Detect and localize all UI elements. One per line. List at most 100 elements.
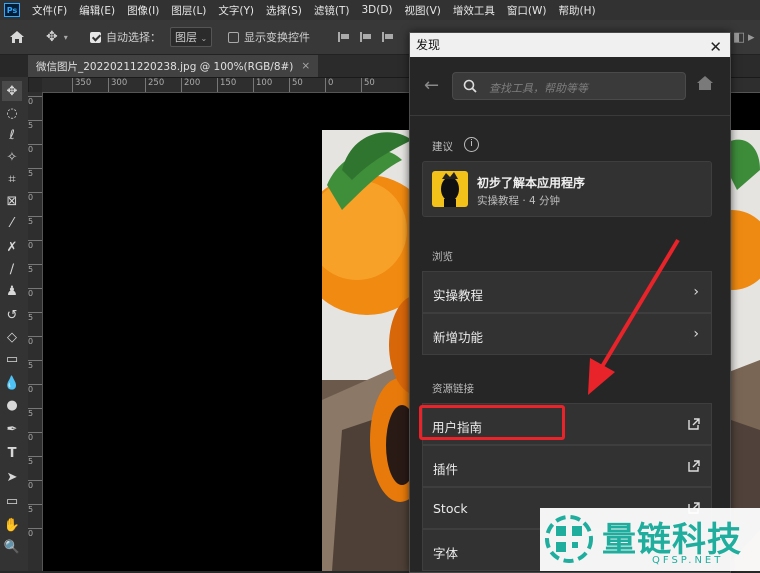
ruler-tick: 5 xyxy=(28,216,42,226)
search-placeholder: 查找工具，帮助等等 xyxy=(489,82,588,95)
ruler-tick: 5 xyxy=(28,168,42,178)
ruler-tick: 250 xyxy=(145,78,164,92)
marquee-tool-icon[interactable]: ◌ xyxy=(2,103,22,123)
menu-edit[interactable]: 编辑(E) xyxy=(73,3,121,18)
magic-wand-tool-icon[interactable]: ✧ xyxy=(2,147,22,167)
menu-layer[interactable]: 图层(L) xyxy=(165,3,212,18)
ruler-tick: 200 xyxy=(181,78,200,92)
document-tab-title: 微信图片_20220211220238.jpg @ 100%(RGB/8#) xyxy=(36,60,294,73)
camera-icon[interactable]: ◧ xyxy=(733,20,745,54)
align-center-icon[interactable] xyxy=(360,32,372,42)
browse-item-label: 实操教程 xyxy=(433,288,484,303)
ruler-tick: 0 xyxy=(28,192,42,202)
crop-tool-icon[interactable]: ⌗ xyxy=(2,169,22,189)
gradient-tool-icon[interactable]: ▭ xyxy=(2,349,22,369)
ruler-tick: 5 xyxy=(28,312,42,322)
close-icon[interactable]: × xyxy=(301,60,310,72)
watermark: 量链科技 QFSP.NET xyxy=(540,508,760,571)
ruler-tick: 0 xyxy=(28,144,42,154)
lasso-tool-icon[interactable]: ℓ xyxy=(2,125,22,145)
suggest-card[interactable]: 初步了解本应用程序 实操教程 · 4 分钟 xyxy=(422,161,712,217)
ruler-tick: 5 xyxy=(28,456,42,466)
ruler-tick: 5 xyxy=(28,360,42,370)
portrait-thumbnail xyxy=(441,172,459,207)
ruler-tick: 0 xyxy=(28,528,42,538)
menu-view[interactable]: 视图(V) xyxy=(399,3,447,18)
frame-tool-icon[interactable]: ⊠ xyxy=(2,191,22,211)
show-transform-checkbox[interactable]: 显示变换控件 xyxy=(228,20,310,54)
tools-panel: ✥ ◌ ℓ ✧ ⌗ ⊠ ⁄ ✗ ∕ ♟ ↺ ◇ ▭ 💧 ● ✒ T ➤ ▭ ✋ … xyxy=(0,77,29,571)
healing-brush-tool-icon[interactable]: ✗ xyxy=(2,237,22,257)
watermark-logo xyxy=(545,515,593,563)
menu-window[interactable]: 窗口(W) xyxy=(501,3,553,18)
ruler-tick: 0 xyxy=(28,288,42,298)
align-left-icon[interactable] xyxy=(338,32,350,42)
layer-select-value: 图层 xyxy=(175,31,197,44)
chevron-down-icon: ⌄ xyxy=(200,34,208,43)
checkbox-icon xyxy=(228,31,239,43)
photoshop-logo: Ps xyxy=(4,3,20,17)
ruler-tick: 0 xyxy=(28,96,42,106)
menu-image[interactable]: 图像(I) xyxy=(121,3,165,18)
eraser-tool-icon[interactable]: ◇ xyxy=(2,327,22,347)
auto-select-checkbox[interactable]: 自动选择： xyxy=(90,20,161,54)
ruler-tick: 0 xyxy=(28,240,42,250)
resource-item-plugins[interactable]: 插件 xyxy=(422,445,712,487)
brush-tool-icon[interactable]: ∕ xyxy=(2,259,22,279)
watermark-url: QFSP.NET xyxy=(652,555,724,566)
browse-item-label: 新增功能 xyxy=(433,330,484,345)
blur-tool-icon[interactable]: 💧 xyxy=(2,373,22,393)
close-icon[interactable]: ✕ xyxy=(709,35,722,59)
document-tab[interactable]: 微信图片_20220211220238.jpg @ 100%(RGB/8#) × xyxy=(28,55,319,77)
menu-file[interactable]: 文件(F) xyxy=(26,3,73,18)
menu-select[interactable]: 选择(S) xyxy=(260,3,308,18)
search-input[interactable]: 查找工具，帮助等等 xyxy=(452,72,686,100)
menu-3d[interactable]: 3D(D) xyxy=(355,4,398,16)
highlight-box xyxy=(419,405,565,440)
annotation-arrow xyxy=(588,238,680,395)
browse-header: 浏览 xyxy=(432,251,453,263)
resource-item-label: Stock xyxy=(433,501,468,516)
type-tool-icon[interactable]: T xyxy=(2,443,22,463)
pen-tool-icon[interactable]: ✒ xyxy=(2,419,22,439)
ruler-tick: 0 xyxy=(28,384,42,394)
menu-help[interactable]: 帮助(H) xyxy=(553,3,602,18)
path-selection-tool-icon[interactable]: ➤ xyxy=(2,467,22,487)
ruler-tick: 5 xyxy=(28,120,42,130)
home-icon[interactable] xyxy=(696,75,714,91)
ruler-tick: 5 xyxy=(28,408,42,418)
menu-type[interactable]: 文字(Y) xyxy=(212,3,260,18)
ruler-tick: 5 xyxy=(28,264,42,274)
layer-select-dropdown[interactable]: 图层 ⌄ xyxy=(170,20,213,54)
home-button[interactable] xyxy=(8,20,26,54)
menu-plugins[interactable]: 增效工具 xyxy=(447,3,501,18)
move-tool-preset[interactable]: ✥ ▾ xyxy=(46,20,68,54)
ruler-tick: 5 xyxy=(28,504,42,514)
ruler-tick: 100 xyxy=(253,78,272,92)
resource-item-label: 插件 xyxy=(433,462,459,477)
dodge-tool-icon[interactable]: ● xyxy=(2,395,22,415)
back-arrow-icon[interactable]: ← xyxy=(424,75,439,96)
watermark-brand: 量链科技 xyxy=(602,520,742,560)
ruler-tick: 50 xyxy=(361,78,375,92)
ruler-tick: 50 xyxy=(289,78,303,92)
info-icon[interactable]: i xyxy=(464,137,479,152)
resource-item-label: 字体 xyxy=(433,546,459,561)
rectangle-tool-icon[interactable]: ▭ xyxy=(2,491,22,511)
vertical-ruler: 0 5 0 5 0 5 0 5 0 5 0 5 0 5 0 5 0 5 0 xyxy=(28,92,43,571)
ruler-tick: 350 xyxy=(72,78,91,92)
home-icon xyxy=(10,31,24,43)
checkbox-checked-icon xyxy=(90,31,101,43)
align-right-icon[interactable] xyxy=(382,32,394,42)
suggest-card-title: 初步了解本应用程序 xyxy=(477,176,586,190)
menu-filter[interactable]: 滤镜(T) xyxy=(308,3,356,18)
move-tool-icon[interactable]: ✥ xyxy=(2,81,22,101)
eyedropper-tool-icon[interactable]: ⁄ xyxy=(2,213,22,233)
stamp-tool-icon[interactable]: ♟ xyxy=(2,281,22,301)
more-icon[interactable]: ▸ xyxy=(748,20,755,54)
zoom-tool-icon[interactable]: 🔍 xyxy=(2,537,22,557)
panel-titlebar: 发现 ✕ xyxy=(410,33,730,57)
hand-tool-icon[interactable]: ✋ xyxy=(2,515,22,535)
chevron-down-icon: ▾ xyxy=(63,32,68,42)
history-brush-tool-icon[interactable]: ↺ xyxy=(2,305,22,325)
